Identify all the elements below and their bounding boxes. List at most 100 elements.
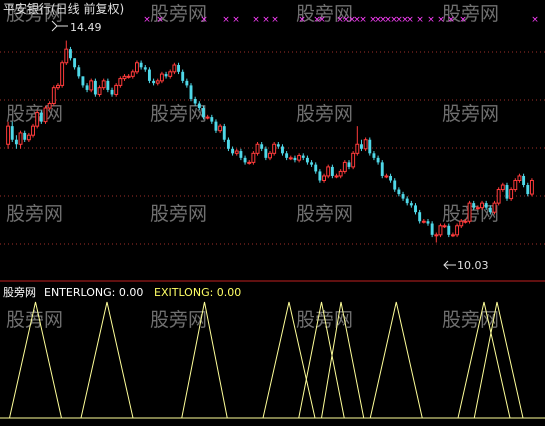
low-price-label: 10.03 <box>457 259 489 272</box>
signal-marker: × <box>252 15 260 25</box>
candle-body-up <box>35 112 40 127</box>
candle-body-down <box>409 203 413 206</box>
watermark-text: 股旁网 <box>296 103 353 125</box>
candle-body-up <box>342 161 347 172</box>
candle-body-down <box>177 65 180 72</box>
candle-body-up <box>355 143 360 154</box>
indicator-name: 股旁网 <box>3 285 36 299</box>
candle-body-down <box>301 155 305 158</box>
signal-marker: × <box>298 15 306 25</box>
candle-body-up <box>288 157 293 160</box>
candle-body-down <box>372 153 376 158</box>
candle-body-up <box>272 143 277 154</box>
candle-body-down <box>226 139 230 149</box>
candle-body-up <box>455 225 460 236</box>
signal-marker: × <box>222 15 230 25</box>
candle-body-down <box>376 157 380 163</box>
candle-body-down <box>193 98 197 104</box>
candle-body-up <box>218 125 223 132</box>
candle-body-up <box>322 175 327 181</box>
watermark-text: 股旁网 <box>150 309 207 331</box>
candle-body-up <box>363 139 368 150</box>
candle-body-up <box>47 103 52 109</box>
candle-body-down <box>505 185 509 199</box>
candle-body-down <box>418 212 422 222</box>
candle-body-up <box>31 125 35 136</box>
candle-body-up <box>159 73 164 82</box>
candle-body-up <box>43 107 48 123</box>
candle-body-down <box>380 162 384 176</box>
candle-body-up <box>56 84 60 89</box>
candle-body-down <box>164 74 168 77</box>
candle-body-down <box>488 207 492 213</box>
candle-body-down <box>330 166 334 176</box>
candle-body-up <box>251 152 256 163</box>
candle-body-down <box>147 69 151 81</box>
candle-body-down <box>231 148 235 154</box>
candle-body-up <box>438 225 443 236</box>
candle-body-up <box>234 150 239 154</box>
candle-body-up <box>421 220 426 223</box>
candle-body-up <box>247 161 252 164</box>
candle-body-up <box>467 202 472 222</box>
candle-body-down <box>260 144 264 149</box>
candle-body-down <box>39 112 43 122</box>
candle-body-down <box>143 67 147 70</box>
candle-body-down <box>14 139 18 145</box>
candle-body-down <box>185 80 189 86</box>
chart-title: 平安银行(日线 前复权) <box>3 1 124 16</box>
candle-body-up <box>500 184 505 191</box>
signal-marker: × <box>437 15 445 25</box>
candle-body-up <box>496 189 501 204</box>
candle-body-down <box>222 126 226 140</box>
candle-body-down <box>414 205 417 213</box>
candle-body-up <box>101 80 106 89</box>
candle-body-down <box>93 80 97 95</box>
candle-body-up <box>172 64 177 73</box>
candle-body-down <box>347 162 351 167</box>
candle-body-down <box>318 171 322 181</box>
signal-marker: × <box>531 15 539 25</box>
candle-body-down <box>522 175 526 186</box>
candle-body-down <box>73 58 77 68</box>
candle-body-up <box>89 80 94 91</box>
candle-body-down <box>106 80 110 90</box>
candle-body-up <box>492 202 497 213</box>
candle-body-down <box>405 198 409 204</box>
enterlong-label: ENTERLONG: 0.00 <box>44 286 143 299</box>
signal-marker: × <box>318 15 326 25</box>
candle-body-down <box>197 103 201 109</box>
signal-marker: × <box>447 15 455 25</box>
signal-marker: × <box>271 15 279 25</box>
candle-body-up <box>450 234 455 237</box>
signal-marker: × <box>200 15 208 25</box>
candle-body-down <box>110 89 114 95</box>
candle-body-up <box>6 125 11 145</box>
candle-body-down <box>152 80 156 84</box>
candle-body-up <box>168 71 173 77</box>
watermark-text: 股旁网 <box>150 203 207 225</box>
candle-body-up <box>126 75 131 78</box>
candle-body-down <box>10 126 14 140</box>
candle-body-down <box>23 132 27 140</box>
candle-body-down <box>310 162 314 165</box>
watermark-text: 股旁网 <box>6 309 63 331</box>
candle-body-up <box>122 75 127 80</box>
high-price-label: 14.49 <box>70 21 102 34</box>
candle-body-down <box>426 221 430 224</box>
candle-body-down <box>181 71 185 81</box>
candle-body-down <box>397 189 401 195</box>
signal-marker: × <box>416 15 424 25</box>
candle-body-up <box>509 189 514 200</box>
candle-body-down <box>472 203 476 208</box>
candle-body-down <box>68 49 72 59</box>
signal-marker: × <box>427 15 435 25</box>
candle-body-down <box>447 225 451 235</box>
signal-marker: × <box>143 15 151 25</box>
candle-body-down <box>360 144 363 149</box>
candle-body-down <box>276 144 280 147</box>
signal-marker: × <box>262 15 270 25</box>
candle-body-up <box>130 71 135 77</box>
watermark-text: 股旁网 <box>442 309 499 331</box>
candle-body-down <box>484 203 488 208</box>
